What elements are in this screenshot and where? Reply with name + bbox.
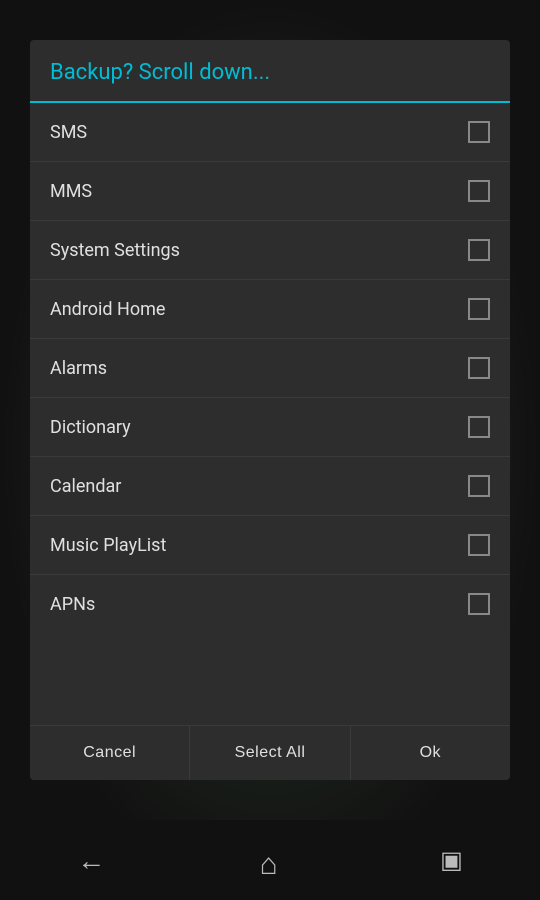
list-item-music-playlist[interactable]: Music PlayList xyxy=(30,516,510,575)
list-item-label-calendar: Calendar xyxy=(50,476,121,497)
dialog-title: Backup? Scroll down... xyxy=(50,60,270,85)
list-item-label-music-playlist: Music PlayList xyxy=(50,535,166,556)
select-all-button[interactable]: Select All xyxy=(190,726,350,780)
checkbox-calendar[interactable] xyxy=(468,475,490,497)
checkbox-dictionary[interactable] xyxy=(468,416,490,438)
checkbox-sms[interactable] xyxy=(468,121,490,143)
cancel-button[interactable]: Cancel xyxy=(30,726,190,780)
list-item-label-android-home: Android Home xyxy=(50,299,165,320)
checkbox-android-home[interactable] xyxy=(468,298,490,320)
ok-button[interactable]: Ok xyxy=(351,726,510,780)
list-item-android-home[interactable]: Android Home xyxy=(30,280,510,339)
list-item-label-mms: MMS xyxy=(50,181,92,202)
dialog-footer: Cancel Select All Ok xyxy=(30,725,510,780)
list-item-label-sms: SMS xyxy=(50,122,87,143)
checkbox-system-settings[interactable] xyxy=(468,239,490,261)
list-item-label-dictionary: Dictionary xyxy=(50,417,131,438)
list-item-label-system-settings: System Settings xyxy=(50,240,180,261)
back-button[interactable] xyxy=(77,844,105,877)
checkbox-music-playlist[interactable] xyxy=(468,534,490,556)
checkbox-alarms[interactable] xyxy=(468,357,490,379)
recents-button[interactable] xyxy=(440,845,463,875)
backup-dialog: Backup? Scroll down... SMS MMS System Sett… xyxy=(30,40,510,780)
list-item-apns[interactable]: APNs xyxy=(30,575,510,633)
list-item-dictionary[interactable]: Dictionary xyxy=(30,398,510,457)
navigation-bar xyxy=(0,820,540,900)
list-item-label-alarms: Alarms xyxy=(50,358,107,379)
dialog-header: Backup? Scroll down... xyxy=(30,40,510,103)
list-item-label-apns: APNs xyxy=(50,594,95,615)
list-item-sms[interactable]: SMS xyxy=(30,103,510,162)
list-item-alarms[interactable]: Alarms xyxy=(30,339,510,398)
list-item-calendar[interactable]: Calendar xyxy=(30,457,510,516)
backup-items-list: SMS MMS System Settings Android Home Alarms D… xyxy=(30,103,510,725)
home-button[interactable] xyxy=(260,847,286,873)
checkbox-apns[interactable] xyxy=(468,593,490,615)
list-item-mms[interactable]: MMS xyxy=(30,162,510,221)
checkbox-mms[interactable] xyxy=(468,180,490,202)
list-item-system-settings[interactable]: System Settings xyxy=(30,221,510,280)
